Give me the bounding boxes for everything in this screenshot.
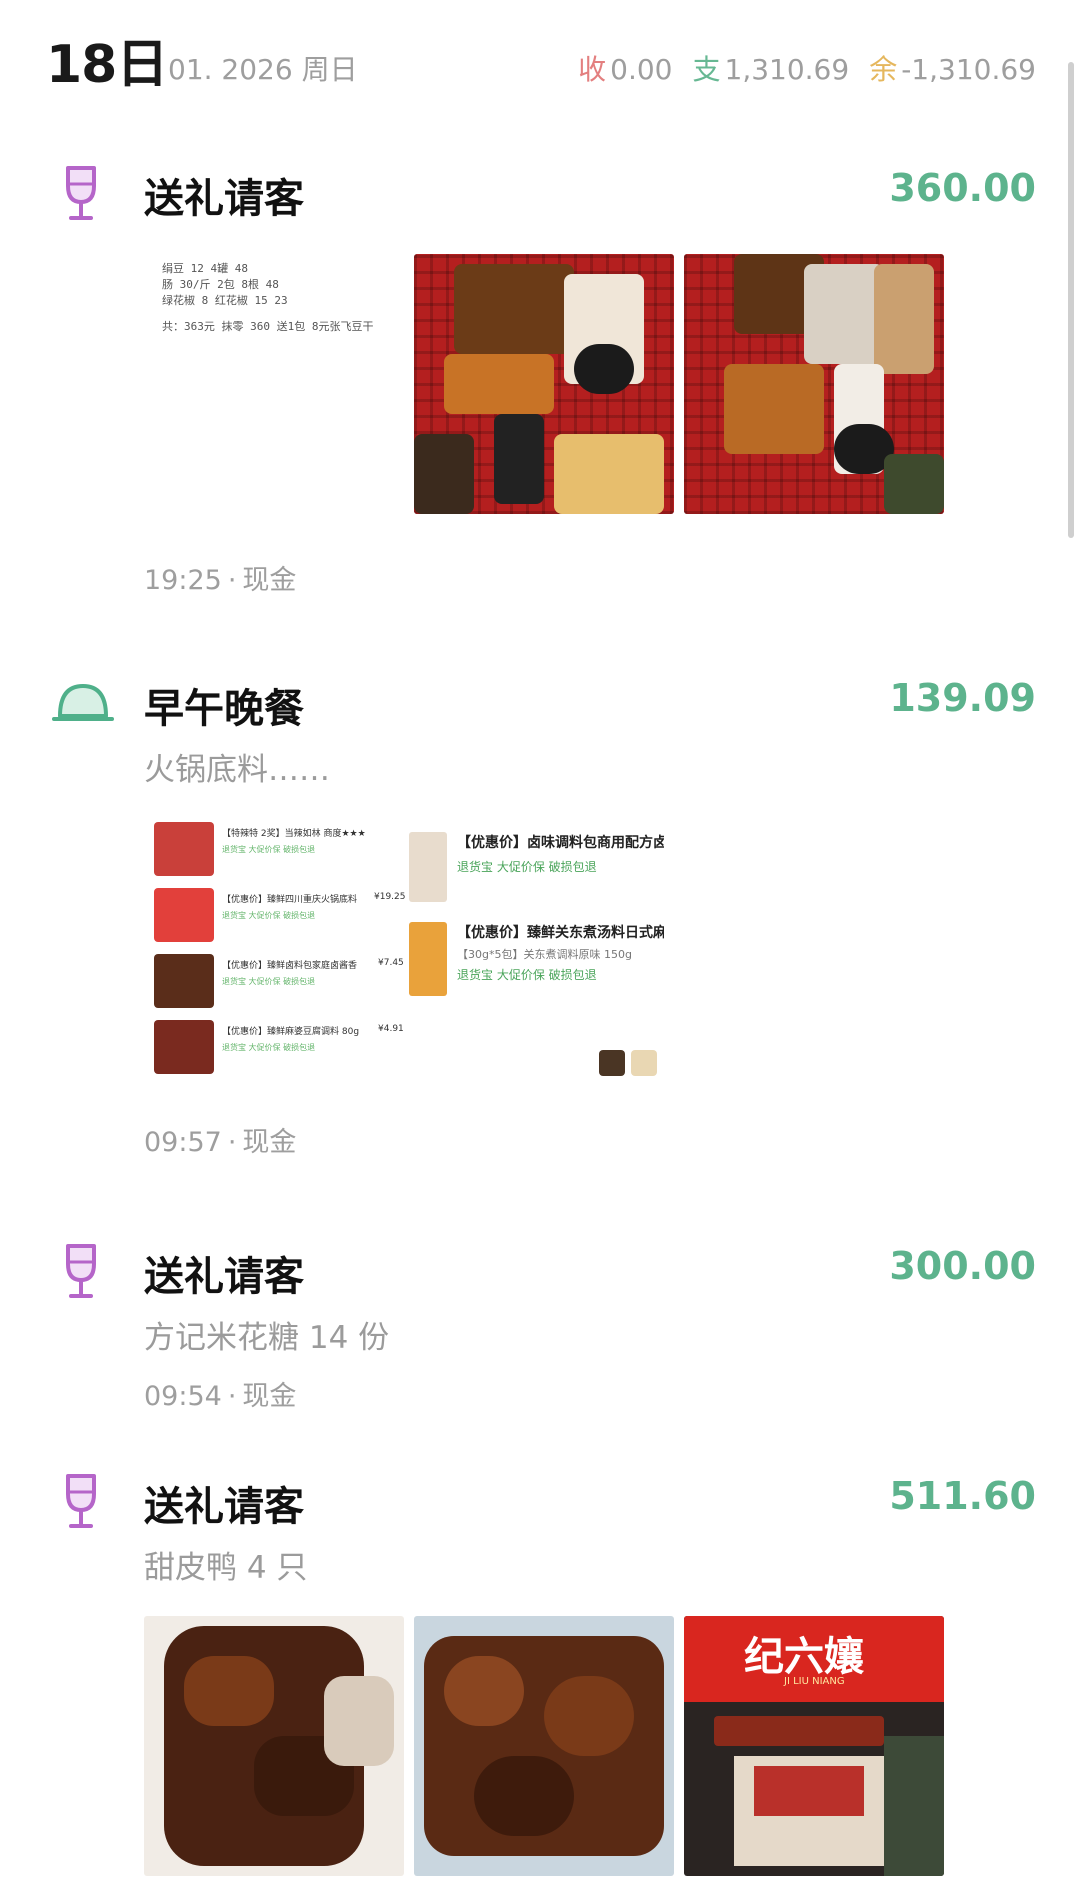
day-header: 18日 01. 2026 周日 收 0.00 支 1,310.69 余 -1,310.…	[0, 0, 1080, 110]
order-item-tags: 退货宝 大促价保 破损包退	[222, 977, 316, 986]
date-subtitle: 01. 2026 周日	[168, 53, 358, 86]
order-item-tags: 退货宝 大促价保 破损包退	[222, 911, 316, 920]
shop-front-photo[interactable]: 纪六孃 JI LIU NIANG	[684, 1616, 944, 1876]
entry-meta: 09:54 · 现金	[144, 1381, 297, 1412]
meal-cover-icon	[52, 672, 114, 734]
balance-label: 余	[869, 53, 898, 86]
order-item: 【优惠价】臻鲜卤料包家庭卤酱香 ¥7.45 退货宝 大促价保 破损包退	[144, 950, 409, 1012]
receipt-line: 绿花椒 8 红花椒 15 23	[162, 294, 288, 307]
order-item-title: 【优惠价】卤味调料包商用配方卤	[457, 835, 664, 851]
photo-strip: 纪六孃 JI LIU NIANG	[144, 1616, 944, 1876]
amount-value: 139.09	[889, 676, 1036, 720]
income-label: 收	[578, 53, 607, 86]
wine-glass-icon	[54, 162, 116, 224]
order-item-title: 【优惠价】臻鲜麻婆豆腐调料 80g	[222, 1027, 360, 1037]
order-item-title: 【优惠价】臻鲜关东煮汤料日式麻	[457, 925, 664, 941]
entry-time: 09:54	[144, 1381, 222, 1412]
wine-glass-icon	[54, 1470, 116, 1532]
income-summary: 收 0.00	[578, 48, 672, 88]
order-list-right: 【优惠价】卤味调料包商用配方卤 退货宝 大促价保 破损包退 【优惠价】臻鲜关东煮…	[409, 818, 664, 1088]
transaction-entry[interactable]: 送礼请客 300.00 方记米花糖 14 份 09:54 · 现金	[0, 1240, 1080, 1412]
entry-account: 现金	[242, 565, 297, 596]
order-item-price: ¥4.91	[378, 1024, 404, 1034]
wine-glass-icon	[54, 1240, 116, 1302]
entry-account: 现金	[242, 1381, 297, 1412]
balance-summary: 余 -1,310.69	[869, 48, 1036, 88]
order-item-tags: 退货宝 大促价保 破损包退	[222, 845, 316, 854]
order-item: 【优惠价】卤味调料包商用配方卤 退货宝 大促价保 破损包退	[409, 828, 664, 908]
duck-photo[interactable]	[144, 1616, 404, 1876]
category-title: 送礼请客	[144, 1254, 304, 1300]
order-item: 【特辣特 2奖】当辣如林 商度★★★ 退货宝 大促价保 破损包退	[144, 818, 409, 880]
transaction-entry[interactable]: 送礼请客 360.00 绢豆 12 4罐 48 肠 30/斤 2包 8根 48 …	[0, 162, 1080, 602]
transaction-entry[interactable]: 送礼请客 511.60 甜皮鸭 4 只 纪六孃 JI LIU NIANG	[0, 1470, 1080, 1892]
balance-value: -1,310.69	[901, 53, 1036, 86]
expense-label: 支	[692, 53, 721, 86]
order-item-tags: 退货宝 大促价保 破损包退	[222, 1043, 316, 1052]
order-item-tags: 退货宝 大促价保 破损包退	[457, 968, 597, 982]
basket-photo[interactable]	[684, 254, 944, 514]
day-title: 18日	[46, 35, 168, 95]
order-item-title: 【优惠价】臻鲜卤料包家庭卤酱香	[222, 961, 358, 971]
expense-summary: 支 1,310.69	[692, 48, 849, 88]
entry-note: 方记米花糖 14 份	[144, 1320, 390, 1356]
order-screenshot[interactable]: 【特辣特 2奖】当辣如林 商度★★★ 退货宝 大促价保 破损包退 【优惠价】臻鲜…	[144, 818, 664, 1088]
amount-value: 360.00	[889, 166, 1036, 210]
order-item-price: ¥19.25	[374, 892, 406, 902]
order-item-spec: 【30g*5包】关东煮调料原味 150g	[457, 948, 632, 961]
receipt-line: 绢豆 12 4罐 48	[162, 262, 248, 275]
shop-sign: 纪六孃	[744, 1633, 864, 1680]
expense-value: 1,310.69	[724, 53, 850, 86]
entry-time: 19:25	[144, 565, 222, 596]
receipt-line: 肠 30/斤 2包 8根 48	[162, 278, 279, 291]
day-summary: 收 0.00 支 1,310.69 余 -1,310.69	[578, 48, 1036, 88]
receipt-photo[interactable]: 绢豆 12 4罐 48 肠 30/斤 2包 8根 48 绿花椒 8 红花椒 15…	[144, 254, 404, 514]
photo-strip: 【特辣特 2奖】当辣如林 商度★★★ 退货宝 大促价保 破损包退 【优惠价】臻鲜…	[144, 818, 664, 1088]
category-title: 送礼请客	[144, 1484, 304, 1530]
order-item: 【优惠价】臻鲜麻婆豆腐调料 80g ¥4.91 退货宝 大促价保 破损包退	[144, 1016, 409, 1078]
shop-sign-latin: JI LIU NIANG	[784, 1676, 845, 1687]
order-item-title: 【特辣特 2奖】当辣如林 商度★★★	[222, 829, 366, 839]
order-item-tags: 退货宝 大促价保 破损包退	[457, 860, 597, 874]
order-item: 【优惠价】臻鲜关东煮汤料日式麻 【30g*5包】关东煮调料原味 150g 退货宝…	[409, 918, 664, 1008]
order-item: 【优惠价】臻鲜四川重庆火锅底料 ¥19.25 退货宝 大促价保 破损包退	[144, 884, 409, 946]
order-item-price: ¥7.45	[378, 958, 404, 968]
receipt-line: 共：363元 抹零 360 送1包 8元张飞豆干	[162, 320, 374, 333]
basket-photo[interactable]	[414, 254, 674, 514]
amount-value: 300.00	[889, 1244, 1036, 1288]
entry-time: 09:57	[144, 1127, 222, 1158]
entry-note: 甜皮鸭 4 只	[144, 1550, 308, 1586]
duck-photo[interactable]	[414, 1616, 674, 1876]
entry-account: 现金	[242, 1127, 297, 1158]
entry-note: 火锅底料……	[144, 752, 330, 788]
transaction-entry[interactable]: 早午晚餐 139.09 火锅底料…… 【特辣特 2奖】当辣如林 商度★★★ 退货…	[0, 672, 1080, 1172]
category-title: 早午晚餐	[144, 686, 304, 732]
order-item-title: 【优惠价】臻鲜四川重庆火锅底料	[222, 895, 358, 905]
income-value: 0.00	[610, 53, 673, 86]
photo-strip: 绢豆 12 4罐 48 肠 30/斤 2包 8根 48 绿花椒 8 红花椒 15…	[144, 254, 944, 514]
amount-value: 511.60	[889, 1474, 1036, 1518]
order-list-left: 【特辣特 2奖】当辣如林 商度★★★ 退货宝 大促价保 破损包退 【优惠价】臻鲜…	[144, 818, 409, 1088]
entry-meta: 19:25 · 现金	[144, 565, 297, 596]
entry-meta: 09:57 · 现金	[144, 1127, 297, 1158]
category-title: 送礼请客	[144, 176, 304, 222]
